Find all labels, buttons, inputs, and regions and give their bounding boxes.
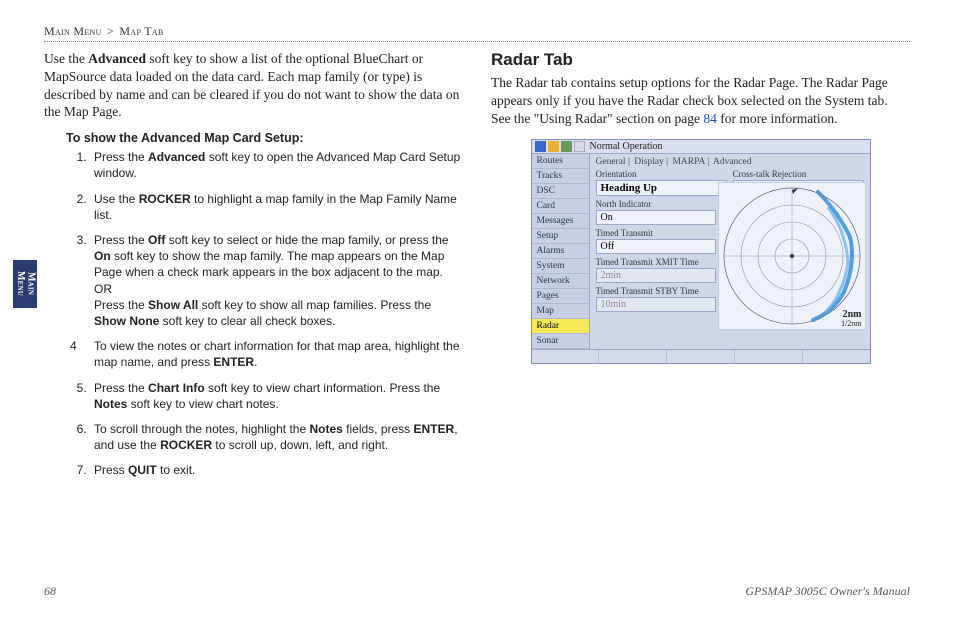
fig-sidebar-item: Setup xyxy=(532,229,589,244)
fig-subtab: MARPA | xyxy=(672,157,709,167)
fig-sidebar-item: DSC xyxy=(532,184,589,199)
page: Main Menu > Map Tab Main Menu Use the Ad… xyxy=(0,0,954,621)
val-tt: Off xyxy=(596,239,716,254)
row-timed-transmit: Timed Transmit Off xyxy=(590,226,722,255)
step-7: Press QUIT to exit. xyxy=(90,462,463,478)
step-6: To scroll through the notes, highlight t… xyxy=(90,421,463,453)
step-4-body: To view the notes or chart information f… xyxy=(94,338,463,370)
step-5: Press the Chart Info soft key to view ch… xyxy=(90,380,463,412)
side-tab-label: Main Menu xyxy=(15,260,36,308)
breadcrumb: Main Menu > Map Tab xyxy=(44,24,910,42)
lbl-stby: Timed Transmit STBY Time xyxy=(596,285,716,297)
fig-subtabs: General | Display | MARPA | Advanced xyxy=(590,154,870,167)
sat-icon xyxy=(548,141,559,152)
val-orientation: Heading Up xyxy=(596,180,727,196)
fig-body: RoutesTracksDSCCardMessagesSetupAlarmsSy… xyxy=(532,154,870,349)
card-icon xyxy=(561,141,572,152)
lbl-north: North Indicator xyxy=(596,198,716,210)
fig-subtab: Display | xyxy=(634,157,668,167)
fig-sidebar-item: Map xyxy=(532,304,589,319)
row-xmit: Timed Transmit XMIT Time 2min xyxy=(590,255,722,284)
radar-display: 2nm 1/2nm xyxy=(718,182,866,330)
fig-sidebar-item: System xyxy=(532,259,589,274)
fig-sidebar-item: Pages xyxy=(532,289,589,304)
fig-sidebar-item: Radar xyxy=(532,319,589,334)
radar-range: 2nm 1/2nm xyxy=(841,310,861,329)
xref-page-84[interactable]: 84 xyxy=(703,111,717,126)
side-tab-main-menu: Main Menu xyxy=(13,260,37,308)
radar-paragraph: The Radar tab contains setup options for… xyxy=(491,74,910,127)
breadcrumb-sep: > xyxy=(107,24,114,38)
page-number: 68 xyxy=(44,584,56,599)
steps-list-2: Press the Chart Info soft key to view ch… xyxy=(66,380,463,479)
footer: 68 GPSMAP 3005C Owner's Manual xyxy=(44,584,910,599)
columns: Use the Advanced soft key to show a list… xyxy=(44,50,910,487)
lbl-orientation: Orientation xyxy=(596,168,727,180)
col-right: Radar Tab The Radar tab contains setup o… xyxy=(491,50,910,487)
val-north: On xyxy=(596,210,716,225)
intro-pre: Use the xyxy=(44,51,88,66)
subhead-advanced-setup: To show the Advanced Map Card Setup: xyxy=(66,131,463,145)
page-icon xyxy=(574,141,585,152)
val-xmit: 2min xyxy=(596,268,716,283)
fig-sidebar-item: Sonar xyxy=(532,334,589,349)
fig-sidebar-item: Network xyxy=(532,274,589,289)
step-1: Press the Advanced soft key to open the … xyxy=(90,149,463,181)
heading-radar-tab: Radar Tab xyxy=(491,50,910,70)
breadcrumb-a: Main Menu xyxy=(44,24,102,38)
row-stby: Timed Transmit STBY Time 10min xyxy=(590,284,722,313)
radar-range-sub: 1/2nm xyxy=(841,320,861,328)
fig-main: General | Display | MARPA | Advanced Ori… xyxy=(590,154,870,349)
fig-sidebar-item: Card xyxy=(532,199,589,214)
row-north-indicator: North Indicator On xyxy=(590,197,722,226)
fig-title-text: Normal Operation xyxy=(590,141,663,152)
fig-softkey-bar xyxy=(532,349,870,363)
fig-sidebar-item: Routes xyxy=(532,154,589,169)
intro-paragraph: Use the Advanced soft key to show a list… xyxy=(44,50,463,121)
step-2: Use the ROCKER to highlight a map family… xyxy=(90,191,463,223)
step-4: 4 To view the notes or chart information… xyxy=(66,338,463,370)
lbl-tt: Timed Transmit xyxy=(596,227,716,239)
fig-subtab: General | xyxy=(596,157,630,167)
doc-title: GPSMAP 3005C Owner's Manual xyxy=(745,584,910,599)
radar-screenshot: Normal Operation RoutesTracksDSCCardMess… xyxy=(531,139,871,364)
fig-sidebar-item: Alarms xyxy=(532,244,589,259)
intro-advanced: Advanced xyxy=(88,51,146,66)
fig-subtab: Advanced xyxy=(713,157,752,167)
fig-sidebar-item: Messages xyxy=(532,214,589,229)
val-stby: 10min xyxy=(596,297,716,312)
lbl-xmit: Timed Transmit XMIT Time xyxy=(596,256,716,268)
breadcrumb-b: Map Tab xyxy=(119,24,163,38)
step-3: Press the Off soft key to select or hide… xyxy=(90,232,463,329)
steps-list: Press the Advanced soft key to open the … xyxy=(66,149,463,329)
col-left: Use the Advanced soft key to show a list… xyxy=(44,50,463,487)
nav-icon xyxy=(535,141,546,152)
fig-titlebar: Normal Operation xyxy=(532,140,870,154)
fig-sidebar: RoutesTracksDSCCardMessagesSetupAlarmsSy… xyxy=(532,154,590,349)
fig-sidebar-item: Tracks xyxy=(532,169,589,184)
step-4-num: 4 xyxy=(70,338,94,370)
lbl-crosstalk: Cross-talk Rejection xyxy=(733,168,864,180)
